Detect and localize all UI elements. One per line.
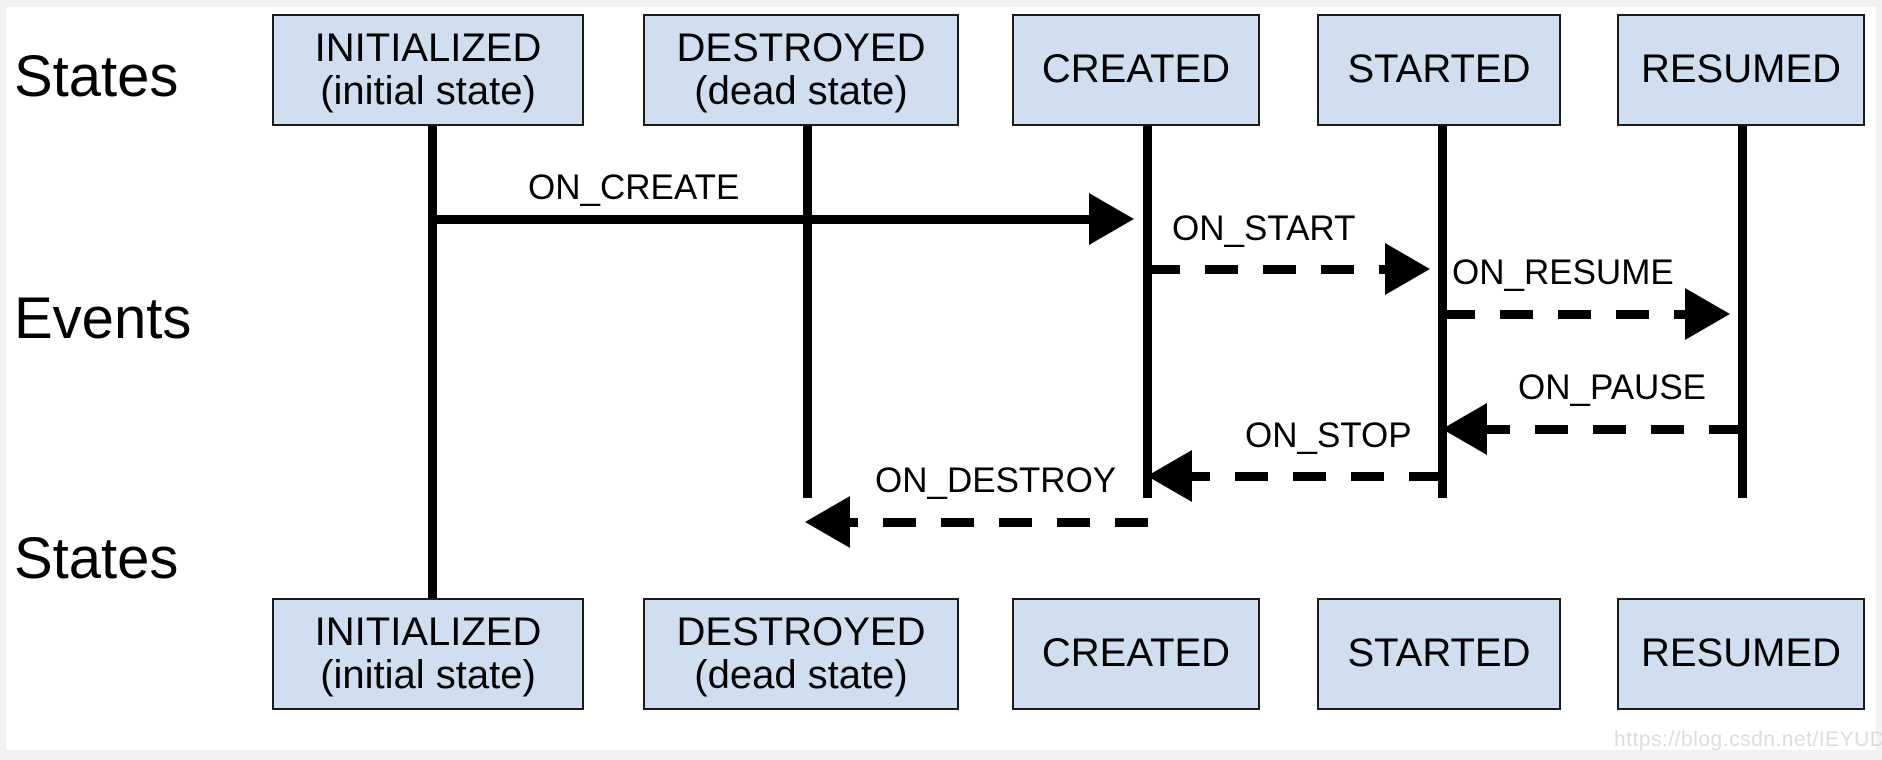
state-box-top-destroyed[interactable]: DESTROYED (dead state) xyxy=(643,14,959,126)
arrowhead-right-on-resume xyxy=(1685,288,1730,340)
lifeline-created xyxy=(1143,126,1152,498)
state-box-bottom-initialized[interactable]: INITIALIZED (initial state) xyxy=(272,598,584,710)
event-line-on-resume xyxy=(1442,310,1687,319)
watermark-text: https://blog.csdn.net/IEYUDEYINJI xyxy=(1614,728,1882,751)
state-name: CREATED xyxy=(1041,47,1231,92)
state-name: CREATED xyxy=(1041,631,1231,676)
event-label-on-destroy: ON_DESTROY xyxy=(875,461,1117,500)
arrowhead-right-on-create xyxy=(1089,193,1134,245)
canvas-edge-right xyxy=(1876,0,1882,760)
state-name: STARTED xyxy=(1347,47,1531,92)
lifecycle-diagram: States Events States INITIALIZED (initia… xyxy=(0,0,1882,760)
canvas-edge-top xyxy=(0,0,1882,7)
event-line-on-stop xyxy=(1192,472,1442,481)
state-box-bottom-started[interactable]: STARTED xyxy=(1317,598,1561,710)
state-name: RESUMED xyxy=(1640,631,1842,676)
lifeline-destroyed xyxy=(803,126,812,498)
state-box-top-resumed[interactable]: RESUMED xyxy=(1617,14,1865,126)
state-sublabel: (dead state) xyxy=(694,653,908,697)
event-label-on-resume: ON_RESUME xyxy=(1452,253,1674,292)
lifeline-initialized xyxy=(428,126,437,598)
state-name: RESUMED xyxy=(1640,47,1842,92)
row-label-states-top: States xyxy=(14,44,179,109)
canvas-edge-left xyxy=(0,0,6,760)
state-box-top-initialized[interactable]: INITIALIZED (initial state) xyxy=(272,14,584,126)
state-box-top-started[interactable]: STARTED xyxy=(1317,14,1561,126)
row-label-events: Events xyxy=(14,286,192,351)
state-box-bottom-destroyed[interactable]: DESTROYED (dead state) xyxy=(643,598,959,710)
event-label-on-create: ON_CREATE xyxy=(528,168,740,207)
lifeline-resumed xyxy=(1738,126,1747,498)
canvas-edge-bottom xyxy=(0,750,1882,760)
state-sublabel: (initial state) xyxy=(320,69,536,113)
event-label-on-pause: ON_PAUSE xyxy=(1518,368,1707,407)
state-name: INITIALIZED xyxy=(314,25,542,70)
event-label-on-start: ON_START xyxy=(1172,209,1356,248)
state-name: STARTED xyxy=(1347,631,1531,676)
arrowhead-left-on-stop xyxy=(1147,450,1192,502)
event-line-on-pause xyxy=(1487,425,1742,434)
row-label-states-bottom: States xyxy=(14,526,179,591)
state-sublabel: (initial state) xyxy=(320,653,536,697)
state-name: DESTROYED xyxy=(676,609,926,654)
event-label-on-stop: ON_STOP xyxy=(1245,416,1412,455)
state-box-bottom-created[interactable]: CREATED xyxy=(1012,598,1260,710)
state-box-bottom-resumed[interactable]: RESUMED xyxy=(1617,598,1865,710)
state-box-top-created[interactable]: CREATED xyxy=(1012,14,1260,126)
arrowhead-left-on-destroy xyxy=(805,496,850,548)
arrowhead-right-on-start xyxy=(1385,243,1430,295)
state-sublabel: (dead state) xyxy=(694,69,908,113)
state-name: INITIALIZED xyxy=(314,609,542,654)
event-line-on-start xyxy=(1147,265,1387,274)
event-line-on-create xyxy=(432,215,1089,224)
event-line-on-destroy xyxy=(850,518,1148,527)
state-name: DESTROYED xyxy=(676,25,926,70)
arrowhead-left-on-pause xyxy=(1442,403,1487,455)
